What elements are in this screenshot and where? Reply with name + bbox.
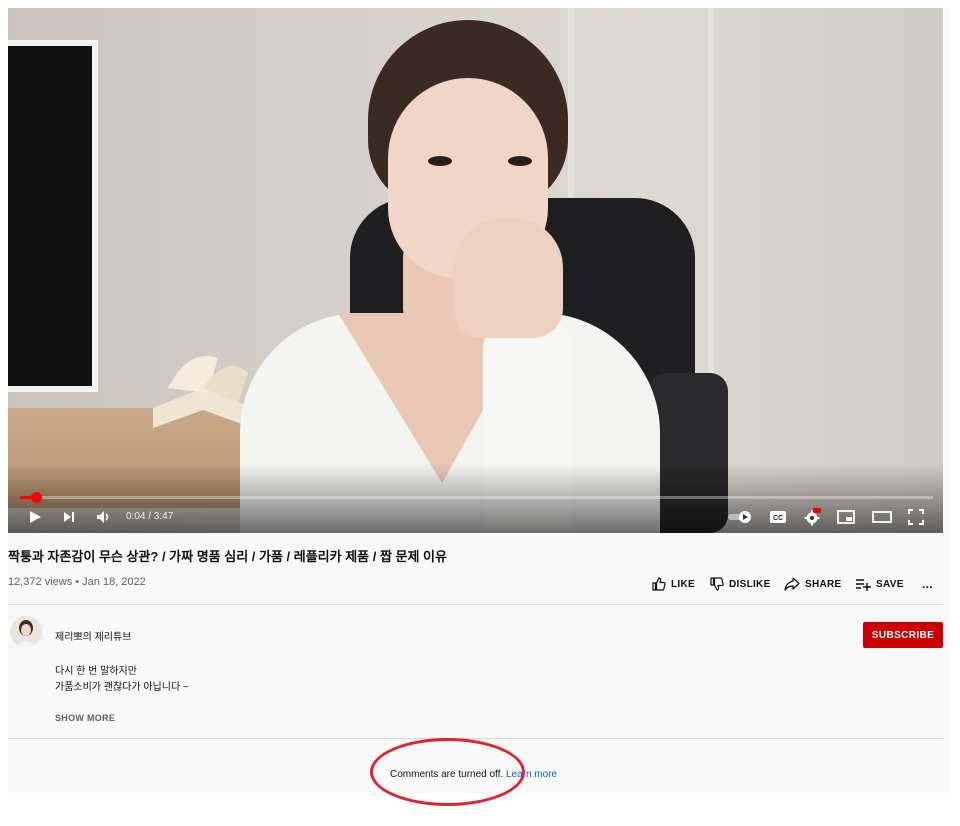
person-eye xyxy=(428,156,452,166)
avatar-image xyxy=(10,616,42,648)
fullscreen-icon xyxy=(908,509,924,525)
channel-name[interactable]: 제리뽀의 제리튜브 xyxy=(55,628,131,643)
captions-icon: CC xyxy=(770,511,786,523)
autoplay-toggle[interactable] xyxy=(726,505,754,529)
share-button[interactable]: SHARE xyxy=(784,574,842,594)
play-button[interactable] xyxy=(24,505,46,529)
next-button[interactable] xyxy=(58,505,80,529)
channel-avatar[interactable] xyxy=(10,616,42,648)
theater-mode-icon xyxy=(872,511,892,523)
miniplayer-icon xyxy=(837,510,855,524)
video-frame xyxy=(8,8,943,533)
show-more-button[interactable]: SHOW MORE xyxy=(55,713,115,723)
settings-button[interactable] xyxy=(800,505,824,529)
save-button[interactable]: SAVE xyxy=(855,574,904,594)
subscribe-button[interactable]: SUBSCRIBE xyxy=(863,622,943,648)
person-eye xyxy=(508,156,532,166)
video-player[interactable]: 0:04 / 3:47 CC xyxy=(8,8,943,533)
video-title: 짝퉁과 자존감이 무슨 상관? / 가짜 명품 심리 / 가품 / 레플리카 제… xyxy=(8,549,447,564)
thumbs-up-icon xyxy=(652,577,666,591)
views-and-date: 12,372 views • Jan 18, 2022 xyxy=(8,576,146,588)
fullscreen-button[interactable] xyxy=(904,505,928,529)
play-icon xyxy=(30,511,41,523)
share-icon xyxy=(784,577,800,591)
volume-button[interactable] xyxy=(92,505,116,529)
gear-icon xyxy=(804,508,821,526)
page: 0:04 / 3:47 CC 짝퉁과 자존감이 무슨 상관? / 가짜 명품 심… xyxy=(0,0,960,826)
add-to-playlist-icon xyxy=(856,579,871,591)
progress-bar[interactable] xyxy=(20,492,933,503)
more-icon: ... xyxy=(922,577,933,591)
more-actions-button[interactable]: ... xyxy=(922,574,933,594)
monitor xyxy=(8,40,98,392)
volume-icon xyxy=(97,511,109,523)
divider xyxy=(8,738,943,739)
description-line: 가품소비가 괜찮다가 아닙니다 ~ xyxy=(55,682,189,693)
annotation-circle xyxy=(370,738,525,806)
svg-text:CC: CC xyxy=(773,515,783,522)
save-label: SAVE xyxy=(876,578,904,590)
like-label: LIKE xyxy=(671,578,695,590)
miniplayer-button[interactable] xyxy=(834,505,858,529)
dislike-label: DISLIKE xyxy=(729,578,771,590)
person-hand xyxy=(453,218,563,338)
captions-button[interactable]: CC xyxy=(766,505,790,529)
next-icon xyxy=(64,512,74,522)
theater-mode-button[interactable] xyxy=(870,505,894,529)
share-label: SHARE xyxy=(805,578,842,590)
divider xyxy=(8,604,943,605)
dislike-button[interactable]: DISLIKE xyxy=(710,574,771,594)
description-line: 다시 한 번 말하지만 xyxy=(55,666,137,677)
action-bar: LIKE DISLIKE SHARE SAVE ... xyxy=(650,574,940,594)
thumbs-down-icon xyxy=(710,577,724,591)
like-button[interactable]: LIKE xyxy=(652,574,695,594)
time-display: 0:04 / 3:47 xyxy=(126,511,174,522)
autoplay-toggle-icon xyxy=(728,511,751,523)
